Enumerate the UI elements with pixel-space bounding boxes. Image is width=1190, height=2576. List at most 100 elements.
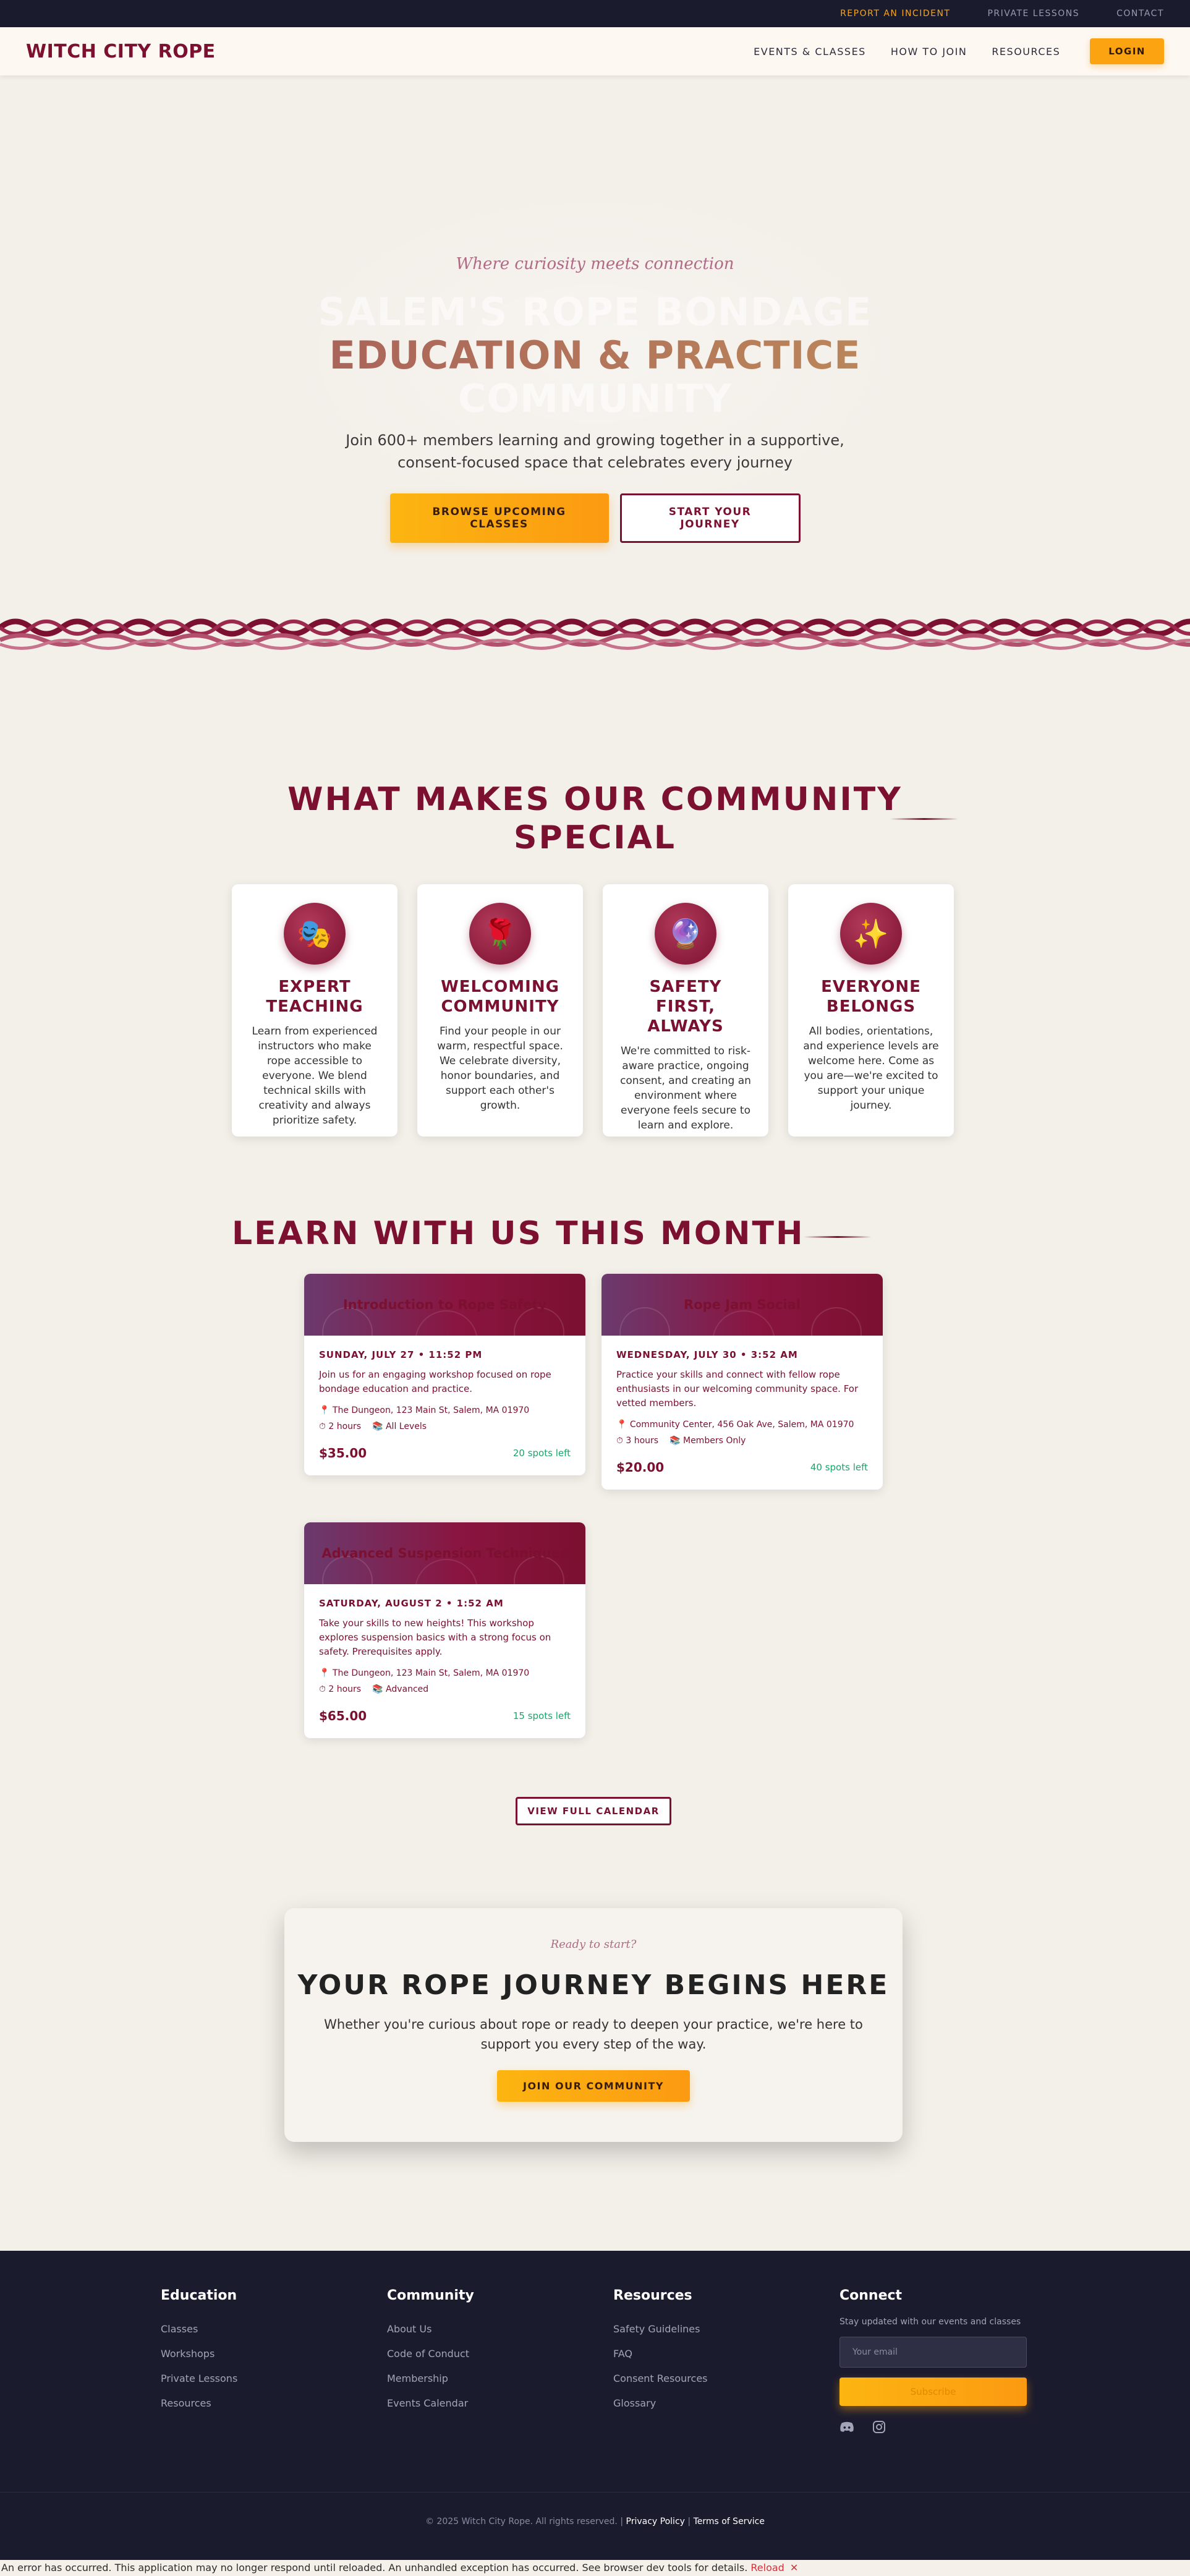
hero-title-line-1: SALEM'S ROPE BONDAGE	[318, 289, 872, 335]
footer-community: Community About Us Code of Conduct Membe…	[387, 2288, 572, 2416]
cta-title: YOUR ROPE JOURNEY BEGINS HERE	[297, 1969, 890, 2001]
location-pin-icon: 📍 The Dungeon, 123 Main St, Salem, MA 01…	[319, 1668, 530, 1678]
view-calendar-button[interactable]: VIEW FULL CALENDAR	[516, 1797, 671, 1825]
separator: |	[620, 2517, 624, 2527]
footer-link-membership[interactable]: Membership	[387, 2366, 572, 2391]
close-icon[interactable]: ✕	[790, 2562, 798, 2574]
class-spots: 20 spots left	[512, 1448, 571, 1459]
site-header: WITCH CITY ROPE EVENTS & CLASSES HOW TO …	[0, 27, 1190, 75]
class-name[interactable]: Rope Jam Social	[684, 1297, 801, 1312]
books-icon: 📚 All Levels	[372, 1422, 427, 1431]
class-price: $65.00	[319, 1708, 367, 1723]
class-price: $20.00	[616, 1460, 665, 1475]
feature-card-welcoming-community: 🌹 WELCOMING COMMUNITY Find your people i…	[417, 884, 583, 1137]
feature-title: EVERYONE BELONGS	[821, 978, 921, 1016]
class-name[interactable]: Introduction to Rope Safety	[343, 1297, 546, 1312]
hero-title-line-3: COMMUNITY	[457, 376, 733, 421]
connect-text: Stay updated with our events and classes	[839, 2317, 1021, 2327]
discord-icon[interactable]	[839, 2420, 854, 2434]
error-message: An error has occurred. This application …	[1, 2562, 748, 2574]
class-card[interactable]: Introduction to Rope Safety SUNDAY, JULY…	[304, 1274, 585, 1475]
utility-bar: REPORT AN INCIDENT PRIVATE LESSONS CONTA…	[0, 0, 1190, 27]
class-description: Join us for an engaging workshop focused…	[319, 1369, 551, 1394]
classes-title-underline	[804, 1236, 872, 1238]
reload-link[interactable]: Reload	[750, 2562, 784, 2574]
class-level: Advanced	[385, 1684, 429, 1694]
class-date: SATURDAY, AUGUST 2 • 1:52 AM	[319, 1598, 504, 1609]
social-links	[839, 2420, 1031, 2434]
private-lessons-link[interactable]: PRIVATE LESSONS	[987, 9, 1079, 19]
footer-link-code-of-conduct[interactable]: Code of Conduct	[387, 2342, 572, 2366]
feature-text: All bodies, orientations, and experience…	[803, 1025, 939, 1112]
footer-education: Education Classes Workshops Private Less…	[161, 2288, 346, 2416]
hero-title-line-2: EDUCATION & PRACTICE	[0, 333, 1190, 378]
nav-how-to-join[interactable]: HOW TO JOIN	[891, 46, 967, 58]
privacy-policy-link[interactable]: Privacy Policy	[626, 2517, 685, 2527]
report-incident-link[interactable]: REPORT AN INCIDENT	[840, 9, 950, 19]
class-location: The Dungeon, 123 Main St, Salem, MA 0197…	[332, 1668, 530, 1678]
subscribe-button[interactable]: Subscribe	[839, 2378, 1027, 2406]
feature-title: WELCOMING COMMUNITY	[441, 978, 559, 1016]
class-card-header: Advanced Suspension Techniques	[304, 1522, 585, 1584]
feature-card-safety-first: 🔮 SAFETY FIRST, ALWAYS We're committed t…	[603, 884, 768, 1137]
class-name[interactable]: Advanced Suspension Techniques	[321, 1546, 567, 1561]
feature-text: Find your people in our warm, respectful…	[437, 1025, 563, 1112]
contact-link[interactable]: CONTACT	[1116, 9, 1164, 19]
instagram-icon[interactable]	[872, 2420, 886, 2434]
footer-link-events-calendar[interactable]: Events Calendar	[387, 2391, 572, 2416]
location-pin-icon: 📍 Community Center, 456 Oak Ave, Salem, …	[616, 1420, 854, 1430]
start-journey-button[interactable]: START YOUR JOURNEY	[619, 493, 801, 543]
class-date: SUNDAY, JULY 27 • 11:52 PM	[319, 1349, 483, 1360]
clock-icon: ⏱ 2 hours	[319, 1422, 362, 1431]
class-spots: 15 spots left	[512, 1710, 571, 1721]
class-location: Community Center, 456 Oak Ave, Salem, MA…	[629, 1420, 854, 1430]
feature-title: EXPERT TEACHING	[266, 978, 363, 1016]
class-spots: 40 spots left	[810, 1462, 868, 1473]
footer-link-glossary[interactable]: Glossary	[613, 2391, 799, 2416]
main-nav: EVENTS & CLASSES HOW TO JOIN RESOURCES L…	[754, 38, 1164, 64]
nav-events-classes[interactable]: EVENTS & CLASSES	[754, 46, 866, 58]
terms-link[interactable]: Terms of Service	[694, 2517, 765, 2527]
footer-link-workshops[interactable]: Workshops	[161, 2342, 346, 2366]
rope-divider	[0, 618, 1190, 650]
features-title: WHAT MAKES OUR COMMUNITY SPECIAL	[287, 781, 903, 856]
login-button[interactable]: LOGIN	[1090, 38, 1164, 64]
class-location: The Dungeon, 123 Main St, Salem, MA 0197…	[332, 1405, 530, 1415]
email-input[interactable]: Your email	[839, 2337, 1027, 2368]
rose-icon: 🌹	[469, 903, 531, 965]
feature-text: Learn from experienced instructors who m…	[252, 1025, 378, 1127]
site-footer: Education Classes Workshops Private Less…	[0, 2251, 1190, 2560]
footer-link-resources[interactable]: Resources	[161, 2391, 346, 2416]
footer-link-classes[interactable]: Classes	[161, 2317, 346, 2342]
books-icon: 📚 Advanced	[372, 1684, 429, 1694]
nav-resources[interactable]: RESOURCES	[992, 46, 1060, 58]
footer-divider	[0, 2492, 1190, 2493]
footer-link-private-lessons[interactable]: Private Lessons	[161, 2366, 346, 2391]
join-community-button[interactable]: JOIN OUR COMMUNITY	[497, 2070, 690, 2102]
class-card[interactable]: Rope Jam Social WEDNESDAY, JULY 30 • 3:5…	[601, 1274, 883, 1490]
browse-classes-button[interactable]: BROWSE UPCOMING CLASSES	[389, 493, 609, 543]
class-duration: 2 hours	[328, 1684, 362, 1694]
footer-heading: Community	[387, 2288, 474, 2303]
copyright-line: © 2025 Witch City Rope. All rights reser…	[0, 2517, 1190, 2527]
class-price: $35.00	[319, 1446, 367, 1461]
footer-link-safety-guidelines[interactable]: Safety Guidelines	[613, 2317, 799, 2342]
clock-icon: ⏱ 3 hours	[616, 1436, 659, 1446]
class-date: WEDNESDAY, JULY 30 • 3:52 AM	[616, 1349, 798, 1360]
features-title-underline	[890, 818, 958, 820]
footer-link-faq[interactable]: FAQ	[613, 2342, 799, 2366]
footer-link-about-us[interactable]: About Us	[387, 2317, 572, 2342]
footer-heading: Education	[161, 2288, 237, 2303]
class-card[interactable]: Advanced Suspension Techniques SATURDAY,…	[304, 1522, 585, 1738]
site-logo[interactable]: WITCH CITY ROPE	[26, 41, 216, 62]
feature-cards: 🎭 EXPERT TEACHING Learn from experienced…	[232, 884, 954, 1137]
footer-link-consent-resources[interactable]: Consent Resources	[613, 2366, 799, 2391]
feature-card-everyone-belongs: ✨ EVERYONE BELONGS All bodies, orientati…	[788, 884, 954, 1137]
theater-masks-icon: 🎭	[284, 903, 346, 965]
classes-title: LEARN WITH US THIS MONTH	[232, 1215, 805, 1252]
class-description: Take your skills to new heights! This wo…	[319, 1618, 551, 1657]
class-description: Practice your skills and connect with fe…	[616, 1369, 859, 1409]
footer-heading: Connect	[839, 2288, 903, 2303]
class-level: All Levels	[385, 1422, 427, 1431]
copyright-text: © 2025 Witch City Rope. All rights reser…	[425, 2517, 618, 2527]
